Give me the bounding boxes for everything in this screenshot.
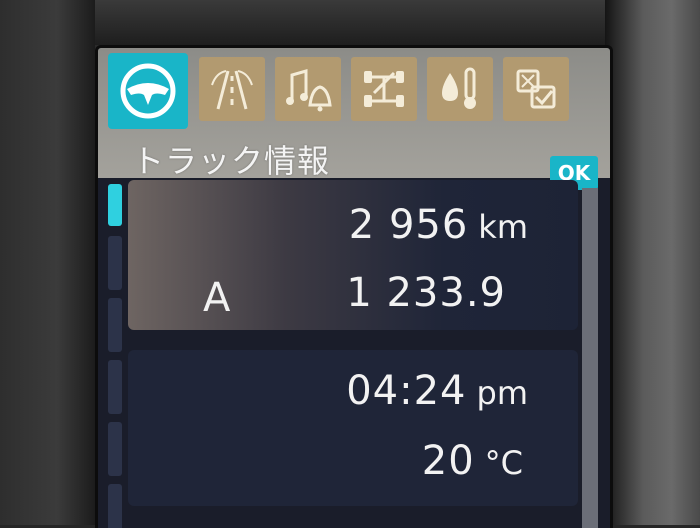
tab-vehicle[interactable] (351, 57, 417, 121)
scroll-indicator-segment (108, 484, 122, 528)
distance-panel[interactable]: 2 956 km A 1 233.9 (128, 180, 578, 330)
dashboard-bezel-top (0, 0, 700, 45)
odometer-readout: 2 956 km (349, 202, 528, 248)
steering-wheel-icon (120, 63, 176, 119)
tab-road[interactable] (199, 57, 265, 121)
tab-audio[interactable] (275, 57, 341, 121)
tab-settings[interactable] (503, 57, 569, 121)
clock-value: 04:24 (346, 368, 467, 414)
trip-readout: 1 233.9 (346, 270, 506, 316)
temperature-unit: °C (484, 444, 523, 482)
settings-check-icon (516, 69, 556, 109)
temperature-readout: 20 °C (422, 438, 523, 484)
music-bell-icon (286, 69, 332, 112)
clock-readout: 04:24 pm (346, 368, 528, 414)
odometer-unit: km (478, 208, 528, 246)
fluid-temperature-icon (442, 67, 476, 109)
truck-axle-icon (364, 71, 404, 107)
trip-value: 1 233.9 (346, 270, 506, 316)
dashboard-bezel-left (0, 0, 95, 525)
trip-label: A (203, 275, 231, 321)
right-scroll-rail (582, 188, 598, 528)
instrument-display: トラック情報 OK 2 956 km A 1 233.9 04:24 pm 20 °C (95, 45, 613, 528)
temperature-value: 20 (421, 438, 475, 484)
scroll-indicator-segment (108, 360, 122, 414)
time-temperature-panel[interactable]: 04:24 pm 20 °C (128, 350, 578, 506)
tab-fluids[interactable] (427, 57, 493, 121)
road-icon (211, 70, 253, 110)
odometer-value: 2 956 (348, 202, 469, 248)
page-title: トラック情報 (132, 142, 331, 180)
scroll-indicator-segment (108, 422, 122, 476)
scroll-indicator-active (108, 184, 122, 226)
scroll-indicator-segment (108, 298, 122, 352)
scroll-indicator-segment (108, 236, 122, 290)
clock-unit: pm (476, 374, 528, 412)
dashboard-bezel-right (605, 0, 700, 525)
tab-truck-info[interactable] (108, 53, 188, 129)
